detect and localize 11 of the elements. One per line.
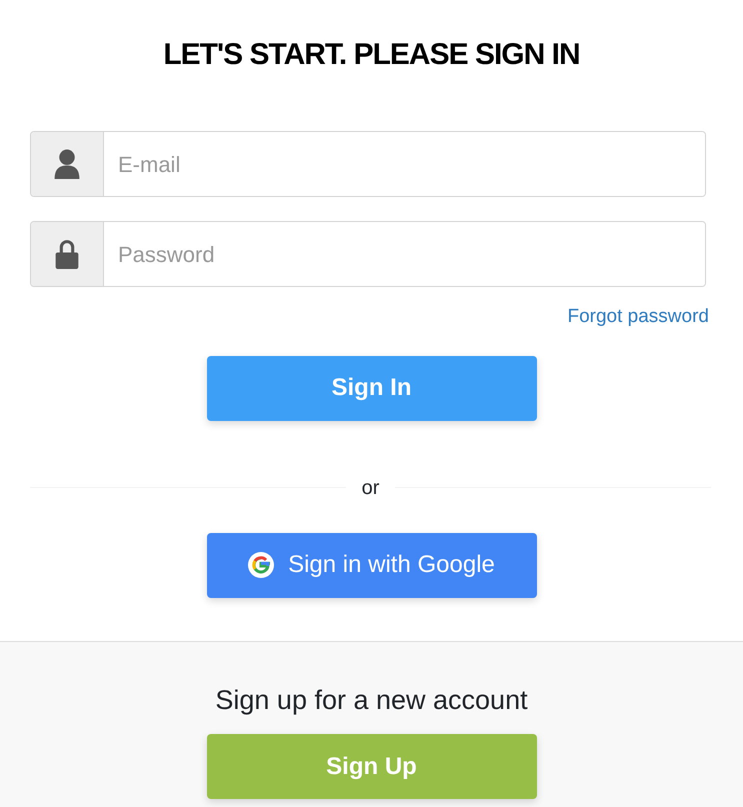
- google-sign-in-button[interactable]: Sign in with Google: [206, 532, 536, 598]
- divider-text: or: [362, 476, 380, 500]
- input-field[interactable]: Password: [30, 221, 706, 287]
- sign-up-button[interactable]: Sign Up: [206, 734, 536, 799]
- input-field[interactable]: E-mail: [30, 131, 706, 197]
- signup-prompt: Sign up for a new account: [215, 684, 528, 717]
- page-title: LET'S START. PLEASE SIGN IN: [162, 37, 581, 73]
- google-icon: [248, 552, 274, 578]
- person-icon: [52, 148, 82, 180]
- sign-in-button[interactable]: Sign In: [206, 356, 536, 420]
- forgot-password-link[interactable]: Forgot password: [567, 303, 709, 332]
